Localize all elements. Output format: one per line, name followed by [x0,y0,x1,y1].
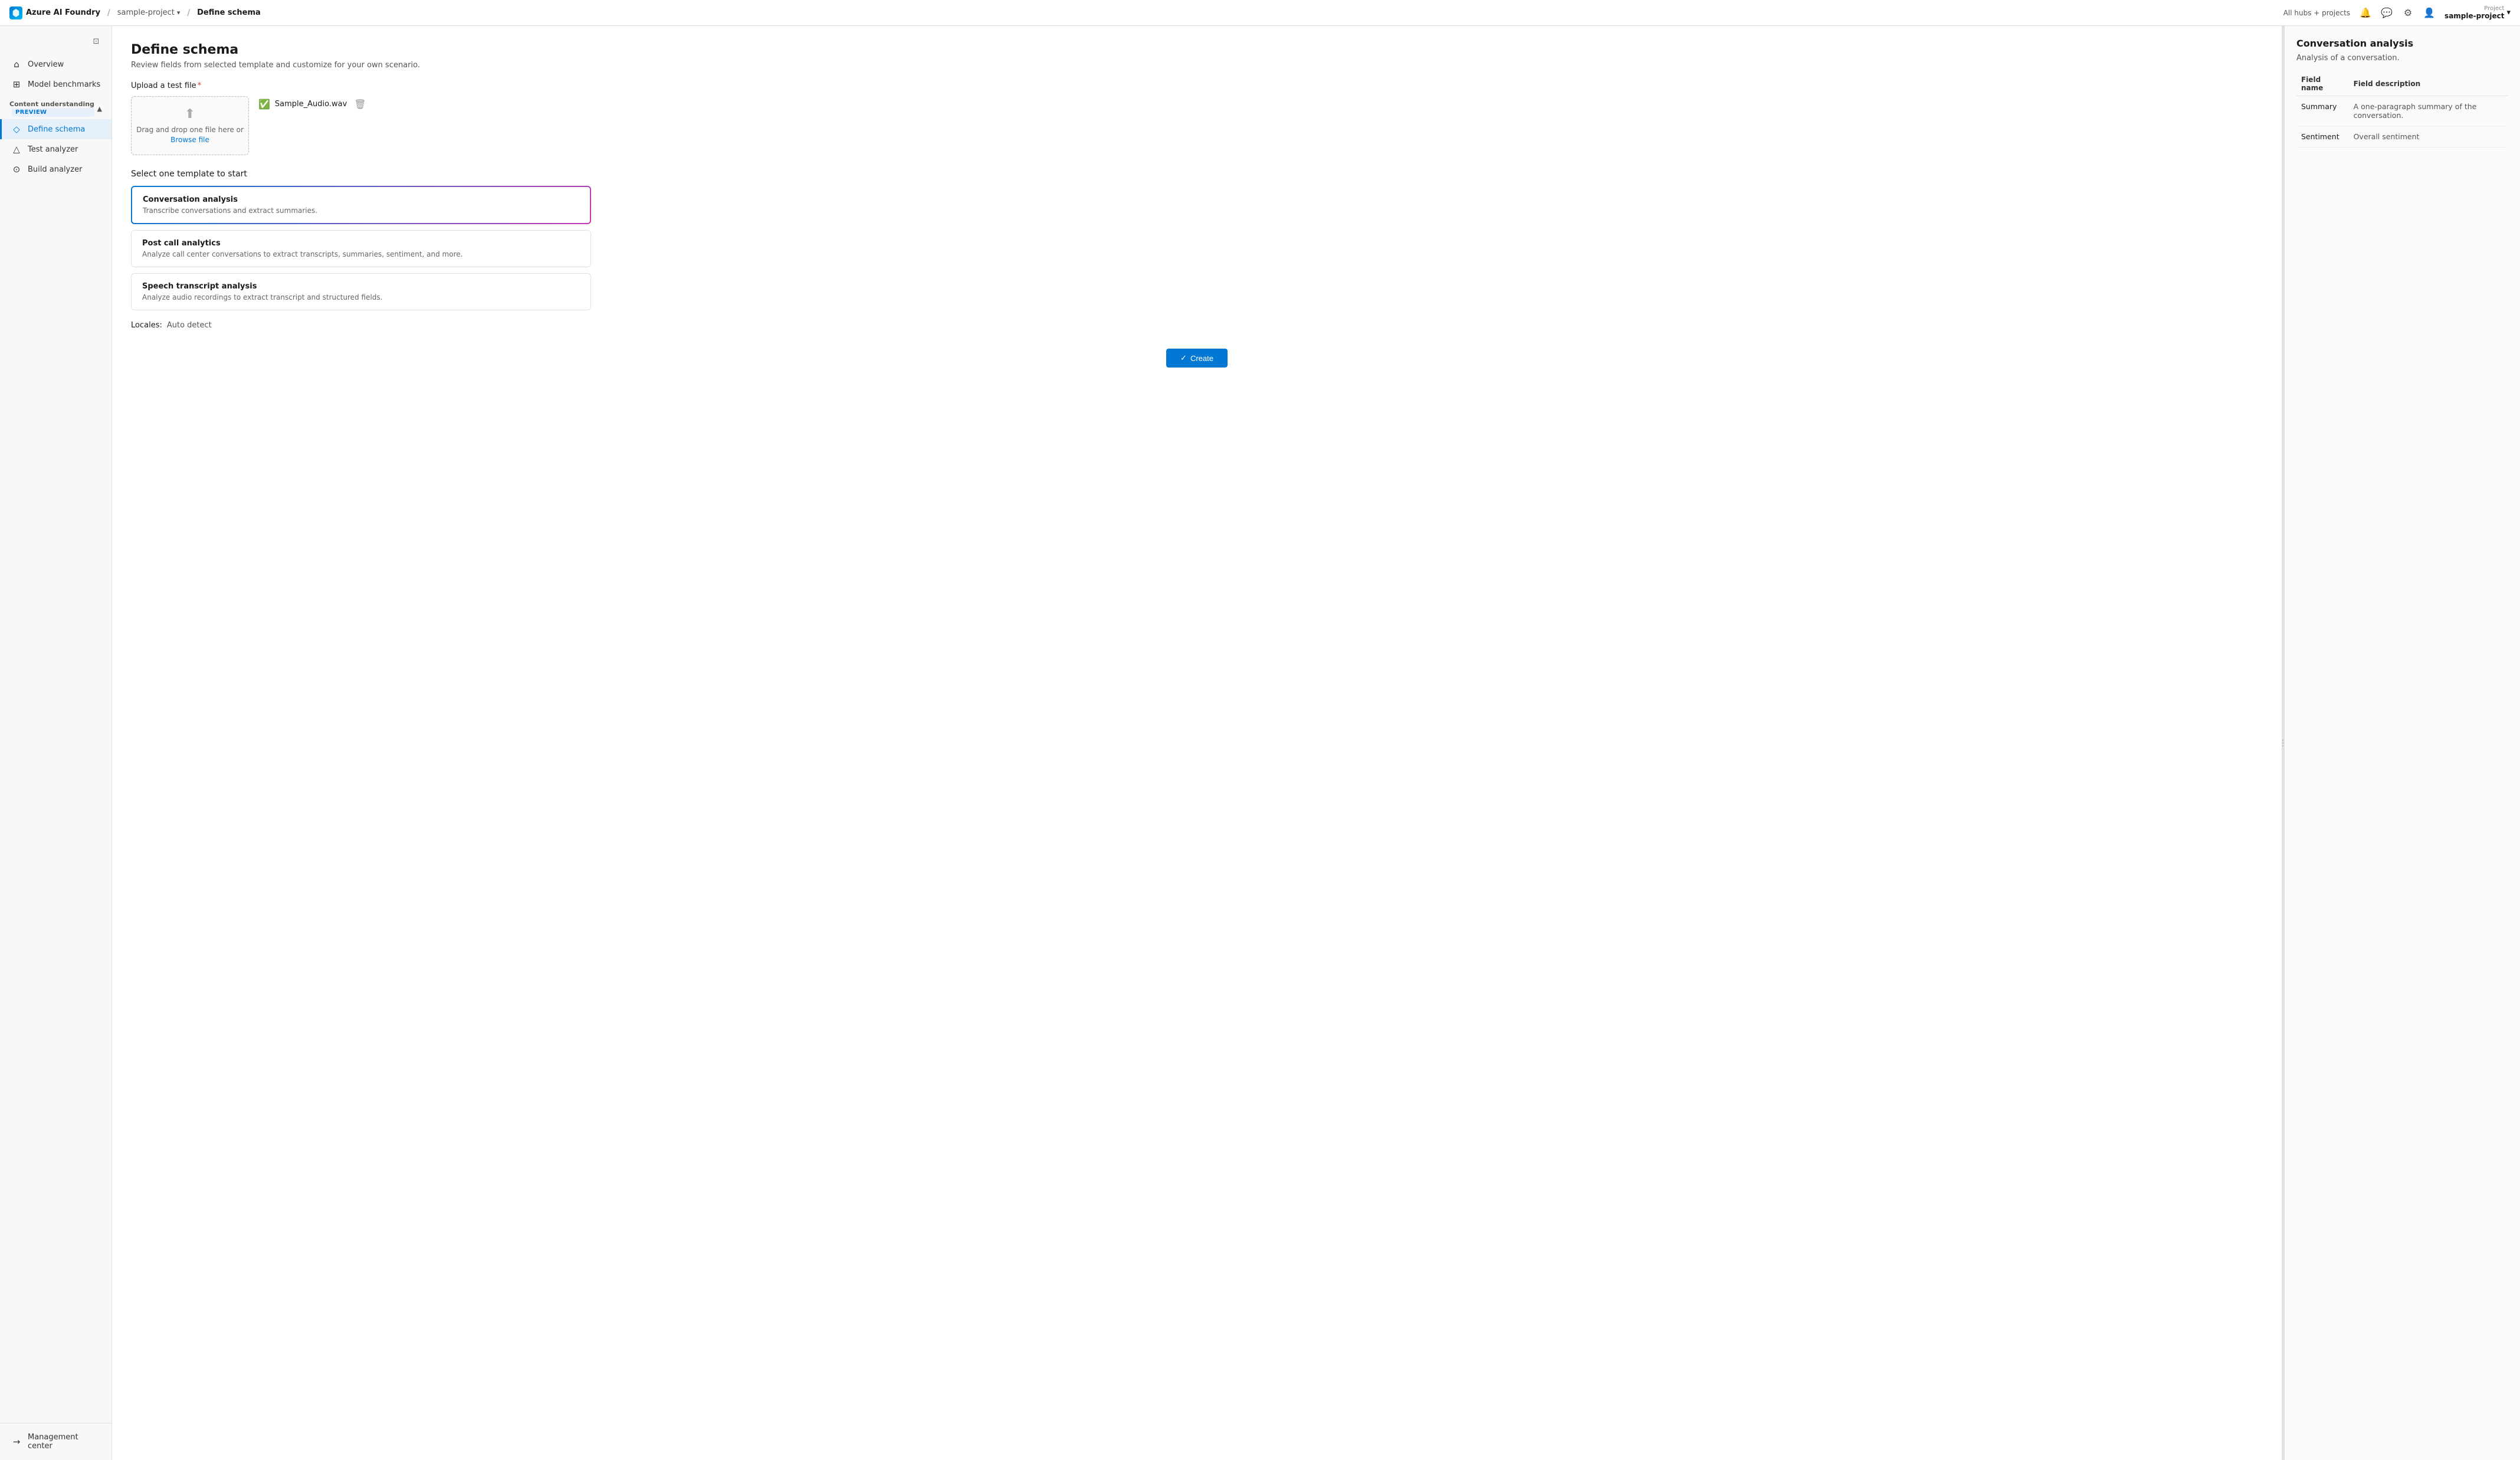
panel-title: Conversation analysis [2296,38,2508,49]
template-title-conversation: Conversation analysis [143,195,579,204]
template-desc-post-call: Analyze call center conversations to ext… [142,250,580,258]
file-check-icon: ✅ [258,99,270,110]
required-indicator: * [198,81,202,90]
test-analyzer-icon: △ [11,144,22,155]
sidebar-item-model-benchmarks[interactable]: ⊞ Model benchmarks [0,74,111,94]
account-icon[interactable]: 👤 [2421,5,2437,21]
browse-link[interactable]: Browse file [170,136,209,144]
locales-value: Auto detect [167,321,212,330]
template-card-post-call-analytics[interactable]: Post call analytics Analyze call center … [131,230,591,267]
field-desc-sentiment: Overall sentiment [2349,126,2508,147]
main-layout: ⊡ ⌂ Overview ⊞ Model benchmarks Content … [0,26,2520,1460]
template-card-speech-transcript[interactable]: Speech transcript analysis Analyze audio… [131,273,591,310]
content-understanding-section[interactable]: Content understanding PREVIEW ▲ [0,94,111,119]
file-name: Sample_Audio.wav [275,100,347,109]
management-center-icon: → [11,1436,22,1447]
content-area: Define schema Review fields from selecte… [112,26,2520,1460]
chat-icon[interactable]: 💬 [2378,5,2395,21]
create-checkmark-icon: ✓ [1180,353,1187,363]
sidebar-item-build-analyzer[interactable]: ⊙ Build analyzer [0,159,111,179]
locales-row: Locales: Auto detect [131,321,2263,330]
create-button[interactable]: ✓ Create [1166,349,1228,368]
breadcrumb-sep-1: / [107,8,110,18]
page-subtitle: Review fields from selected template and… [131,61,2263,70]
sidebar-toggle-area: ⊡ [0,31,111,54]
brand[interactable]: Azure AI Foundry [9,6,100,19]
top-navigation: Azure AI Foundry / sample-project ▾ / De… [0,0,2520,26]
right-panel: Conversation analysis Analysis of a conv… [2284,26,2520,1460]
upload-area: ⬆ Drag and drop one file here or Browse … [131,96,2263,155]
all-hubs-link[interactable]: All hubs + projects [2283,9,2350,17]
template-desc-conversation: Transcribe conversations and extract sum… [143,206,579,215]
page-title: Define schema [131,42,2263,57]
file-delete-button[interactable]: 🗑 [354,99,366,110]
field-desc-summary: A one-paragraph summary of the conversat… [2349,96,2508,126]
table-row: Summary A one-paragraph summary of the c… [2296,96,2508,126]
create-bar: ✓ Create [131,330,2263,377]
sidebar-bottom: → Management center [0,1423,111,1455]
template-list: Conversation analysis Transcribe convers… [131,186,591,310]
breadcrumb-current: Define schema [197,8,261,17]
sidebar-toggle-button[interactable]: ⊡ [88,33,104,50]
project-dropdown-icon: ▾ [177,9,181,17]
template-title-post-call: Post call analytics [142,239,580,248]
topnav-right: All hubs + projects 🔔 💬 ⚙ 👤 Project samp… [2283,5,2511,21]
model-benchmarks-icon: ⊞ [11,79,22,90]
main-panel: Define schema Review fields from selecte… [112,26,2282,1460]
dropzone[interactable]: ⬆ Drag and drop one file here or Browse … [131,96,249,155]
uploaded-file: ✅ Sample_Audio.wav 🗑 [258,96,366,112]
project-info: Project sample-project [2444,5,2504,20]
col-field-name: Field name [2296,72,2349,96]
dropzone-text: Drag and drop one file here or Browse fi… [136,125,244,145]
template-title-speech: Speech transcript analysis [142,282,580,291]
breadcrumb-sep-2: / [187,8,190,18]
overview-icon: ⌂ [11,59,22,70]
sidebar-item-test-analyzer[interactable]: △ Test analyzer [0,139,111,159]
field-name-sentiment: Sentiment [2296,126,2349,147]
sidebar: ⊡ ⌂ Overview ⊞ Model benchmarks Content … [0,26,112,1460]
project-dropdown-chevron: ▾ [2506,8,2511,17]
sidebar-item-overview[interactable]: ⌂ Overview [0,54,111,74]
sidebar-item-define-schema[interactable]: ◇ Define schema [0,119,111,139]
locales-label: Locales: [131,321,162,330]
topnav-left: Azure AI Foundry / sample-project ▾ / De… [9,6,261,19]
brand-icon [9,6,22,19]
panel-subtitle: Analysis of a conversation. [2296,54,2508,63]
section-collapse-icon: ▲ [97,105,102,113]
build-analyzer-icon: ⊙ [11,164,22,175]
define-schema-icon: ◇ [11,124,22,134]
brand-name: Azure AI Foundry [26,8,100,17]
upload-section-label: Upload a test file* [131,81,2263,90]
breadcrumb-project[interactable]: sample-project ▾ [117,8,181,17]
fields-table: Field name Field description Summary A o… [2296,72,2508,147]
sidebar-item-management-center[interactable]: → Management center [0,1428,111,1455]
template-card-conversation-analysis[interactable]: Conversation analysis Transcribe convers… [131,186,591,224]
table-row: Sentiment Overall sentiment [2296,126,2508,147]
col-field-desc: Field description [2349,72,2508,96]
template-section-label: Select one template to start [131,169,2263,179]
settings-icon[interactable]: ⚙ [2400,5,2416,21]
notifications-icon[interactable]: 🔔 [2357,5,2374,21]
project-selector[interactable]: Project sample-project ▾ [2444,5,2511,20]
upload-icon: ⬆ [185,107,195,122]
field-name-summary: Summary [2296,96,2349,126]
resize-handle[interactable] [2282,26,2284,1460]
topnav-icons: 🔔 💬 ⚙ 👤 [2357,5,2437,21]
template-desc-speech: Analyze audio recordings to extract tran… [142,293,580,301]
